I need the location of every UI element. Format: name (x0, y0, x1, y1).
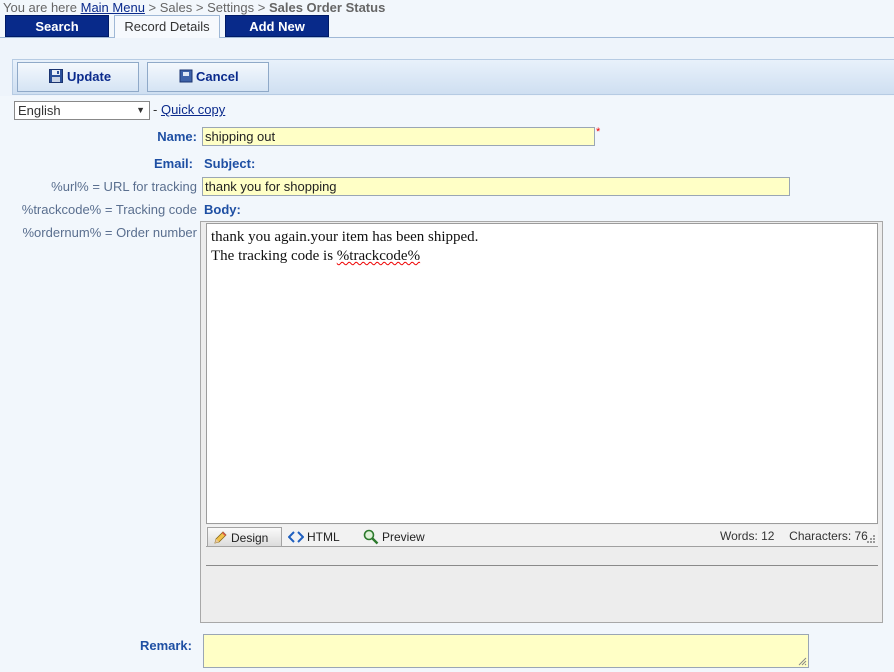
subject-label: Subject: (204, 156, 256, 171)
placeholder-ordernum: %ordernum% = Order number (22, 225, 198, 240)
breadcrumb-sales: Sales (159, 0, 193, 15)
quick-copy-link[interactable]: Quick copy (161, 102, 225, 117)
update-label: Update (67, 69, 112, 84)
update-button[interactable]: Update (17, 62, 139, 92)
language-selected: English (18, 103, 61, 118)
breadcrumb-settings: Settings (207, 0, 255, 15)
body-editor-content[interactable]: thank you again.your item has been shipp… (206, 223, 878, 524)
required-mark: * (596, 126, 601, 138)
resize-grip-icon[interactable] (864, 532, 876, 544)
editor-divider (206, 565, 878, 566)
remark-textarea[interactable] (203, 634, 809, 668)
body-label: Body: (204, 202, 241, 217)
trackcode-token: %trackcode% (336, 248, 421, 264)
placeholder-trackcode: %trackcode% = Tracking code (21, 202, 197, 217)
body-line-2: The tracking code is %trackcode% (211, 248, 421, 264)
code-icon (288, 531, 304, 543)
language-select[interactable]: English ▼ (14, 101, 150, 120)
email-label: Email: (153, 156, 193, 171)
toolbar (12, 59, 894, 95)
breadcrumb-prefix: You are here (3, 0, 77, 15)
pencil-icon (214, 531, 227, 544)
remark-label: Remark: (139, 638, 192, 653)
textarea-resize-icon[interactable] (797, 656, 807, 666)
tab-bar: Search Record Details Add New (0, 15, 894, 39)
subject-input[interactable]: thank you for shopping (202, 177, 790, 196)
cancel-button[interactable]: Cancel (147, 62, 269, 92)
preview-mode-button[interactable]: Preview (359, 527, 433, 547)
name-input[interactable]: shipping out (202, 127, 595, 146)
html-mode-button[interactable]: HTML (284, 527, 350, 547)
cancel-icon (179, 69, 193, 83)
quick-copy-area: - Quick copy (153, 102, 226, 117)
breadcrumb: You are here Main Menu > Sales > Setting… (3, 0, 386, 15)
save-icon (49, 69, 63, 83)
breadcrumb-current: Sales Order Status (268, 0, 386, 15)
tab-add-new[interactable]: Add New (225, 15, 329, 37)
breadcrumb-main-menu-link[interactable]: Main Menu (81, 0, 145, 15)
body-line-1: thank you again.your item has been shipp… (211, 229, 479, 245)
placeholder-url: %url% = URL for tracking (51, 179, 197, 194)
character-count: Characters: 76 (789, 529, 868, 543)
magnifier-icon (363, 529, 379, 545)
editor-counts: Words: 12 Characters: 76 (720, 529, 868, 543)
name-label: Name: (157, 129, 197, 144)
word-count: Words: 12 (720, 529, 775, 543)
tab-search[interactable]: Search (5, 15, 109, 37)
design-mode-button[interactable]: Design (207, 527, 282, 547)
cancel-label: Cancel (196, 69, 239, 84)
tab-record-details[interactable]: Record Details (114, 15, 220, 39)
dropdown-arrow-icon: ▼ (136, 105, 145, 115)
